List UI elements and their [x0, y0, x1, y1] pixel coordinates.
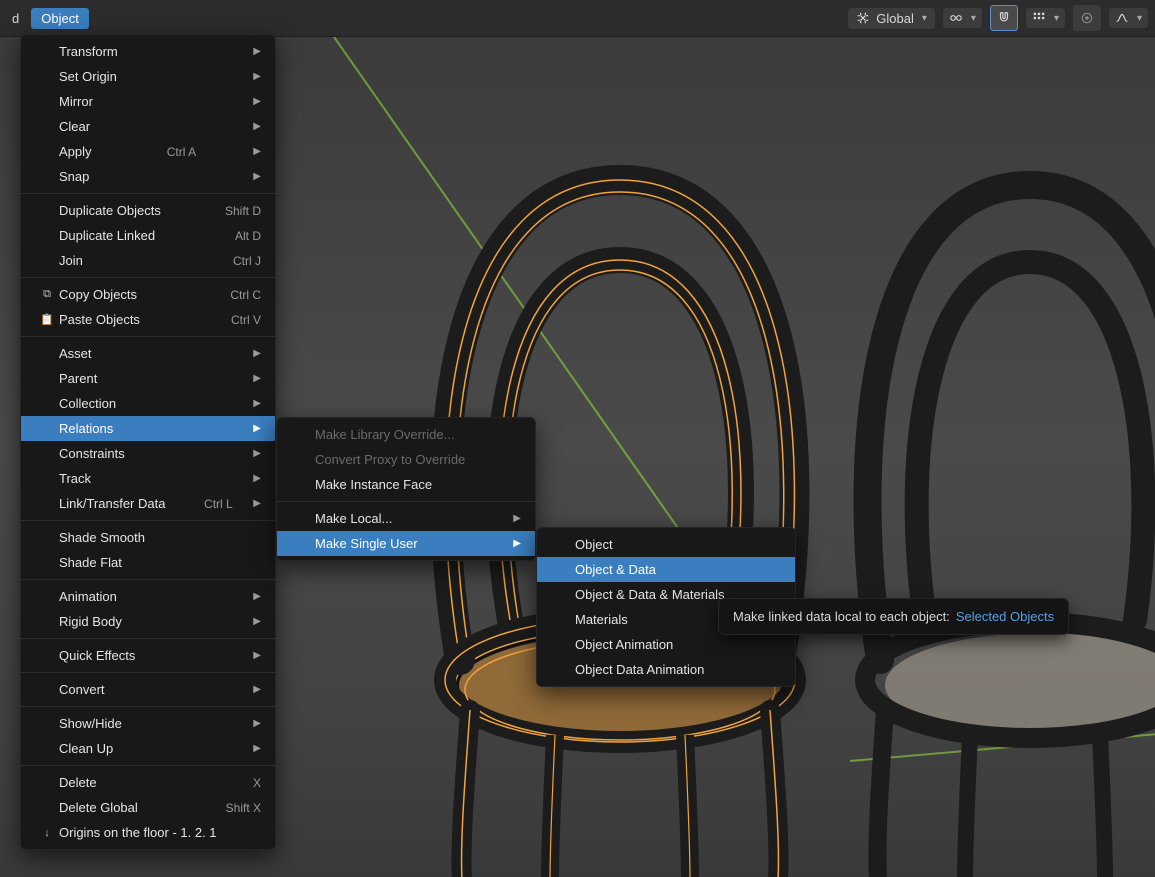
submenu-arrow-icon: ▶ [247, 146, 261, 157]
menu-snap[interactable]: Snap▶ [21, 164, 275, 189]
orientation-label: Global [876, 11, 914, 26]
submenu-arrow-icon: ▶ [229, 398, 261, 409]
menu-make-single-user[interactable]: Make Single User▶ [277, 531, 535, 556]
pivot-icon [949, 11, 963, 25]
submenu-arrow-icon: ▶ [229, 171, 261, 182]
submenu-arrow-icon: ▶ [229, 591, 261, 602]
menu-duplicate-objects[interactable]: Duplicate ObjectsShift D [21, 198, 275, 223]
submenu-arrow-icon: ▶ [489, 513, 521, 524]
menu-paste-objects[interactable]: 📋Paste ObjectsCtrl V [21, 307, 275, 332]
menu-separator [21, 336, 275, 337]
submenu-arrow-icon: ▶ [247, 498, 261, 509]
submenu-arrow-icon: ▶ [229, 348, 261, 359]
submenu-arrow-icon: ▶ [229, 71, 261, 82]
menu-set-origin[interactable]: Set Origin▶ [21, 64, 275, 89]
menu-make-instance-face[interactable]: Make Instance Face [277, 472, 535, 497]
hover-tooltip: Make linked data local to each object: S… [718, 598, 1069, 635]
menu-apply[interactable]: ApplyCtrl A▶ [21, 139, 275, 164]
menu-delete[interactable]: DeleteX [21, 770, 275, 795]
chevron-down-icon: ▾ [1137, 13, 1142, 24]
menu-single-obj-data-animation[interactable]: Object Data Animation [537, 657, 795, 682]
menu-separator [21, 765, 275, 766]
paste-icon: 📋 [35, 313, 59, 326]
menu-convert[interactable]: Convert▶ [21, 677, 275, 702]
menu-shade-flat[interactable]: Shade Flat [21, 550, 275, 575]
object-menu-button[interactable]: Object [31, 8, 89, 29]
menu-separator [21, 520, 275, 521]
menu-transform[interactable]: Transform▶ [21, 39, 275, 64]
menu-make-library-override[interactable]: Make Library Override... [277, 422, 535, 447]
submenu-arrow-icon: ▶ [229, 96, 261, 107]
menu-make-local[interactable]: Make Local...▶ [277, 506, 535, 531]
orientation-icon [856, 11, 870, 25]
menu-delete-global[interactable]: Delete GlobalShift X [21, 795, 275, 820]
menu-separator [21, 277, 275, 278]
submenu-arrow-icon: ▶ [229, 616, 261, 627]
submenu-arrow-icon: ▶ [229, 423, 261, 434]
menu-rigid-body[interactable]: Rigid Body▶ [21, 609, 275, 634]
chevron-down-icon: ▾ [971, 13, 976, 24]
snap-increment-icon [1032, 11, 1046, 25]
tooltip-text: Make linked data local to each object: [733, 609, 950, 624]
menu-animation[interactable]: Animation▶ [21, 584, 275, 609]
menu-single-obj-animation[interactable]: Object Animation [537, 632, 795, 657]
submenu-arrow-icon: ▶ [229, 743, 261, 754]
menu-track[interactable]: Track▶ [21, 466, 275, 491]
transform-pivot-dropdown[interactable]: ▾ [942, 7, 983, 29]
transform-orientation-dropdown[interactable]: Global ▾ [847, 7, 936, 30]
submenu-arrow-icon: ▶ [229, 684, 261, 695]
submenu-arrow-icon: ▶ [229, 46, 261, 57]
menu-separator [21, 638, 275, 639]
proportional-icon [1080, 11, 1094, 25]
snap-toggle[interactable] [989, 4, 1019, 32]
menu-join[interactable]: JoinCtrl J [21, 248, 275, 273]
menu-separator [21, 672, 275, 673]
submenu-arrow-icon: ▶ [229, 121, 261, 132]
menu-convert-proxy[interactable]: Convert Proxy to Override [277, 447, 535, 472]
chevron-down-icon: ▾ [922, 13, 927, 24]
menu-show-hide[interactable]: Show/Hide▶ [21, 711, 275, 736]
submenu-arrow-icon: ▶ [229, 473, 261, 484]
submenu-arrow-icon: ▶ [229, 373, 261, 384]
proportional-edit-toggle[interactable] [1072, 4, 1102, 32]
magnet-icon [997, 11, 1011, 25]
menu-clear[interactable]: Clear▶ [21, 114, 275, 139]
menu-separator [21, 579, 275, 580]
redo-last-icon: ↓ [35, 827, 59, 839]
menu-constraints[interactable]: Constraints▶ [21, 441, 275, 466]
menu-separator [277, 501, 535, 502]
menu-single-object-data[interactable]: Object & Data [537, 557, 795, 582]
relations-submenu: Make Library Override... Convert Proxy t… [276, 417, 536, 561]
submenu-arrow-icon: ▶ [229, 718, 261, 729]
copy-icon: ⧉ [35, 288, 59, 301]
menu-asset[interactable]: Asset▶ [21, 341, 275, 366]
submenu-arrow-icon: ▶ [229, 448, 261, 459]
falloff-smooth-icon [1115, 11, 1129, 25]
menu-relations[interactable]: Relations▶ [21, 416, 275, 441]
menu-separator [21, 193, 275, 194]
menu-collection[interactable]: Collection▶ [21, 391, 275, 416]
menu-clean-up[interactable]: Clean Up▶ [21, 736, 275, 761]
chevron-down-icon: ▾ [1054, 13, 1059, 24]
submenu-arrow-icon: ▶ [229, 650, 261, 661]
menu-quick-effects[interactable]: Quick Effects▶ [21, 643, 275, 668]
menu-mirror[interactable]: Mirror▶ [21, 89, 275, 114]
menu-parent[interactable]: Parent▶ [21, 366, 275, 391]
menu-copy-objects[interactable]: ⧉Copy ObjectsCtrl C [21, 282, 275, 307]
viewport-header: d Object Global ▾ ▾ ▾ ▾ [0, 0, 1155, 37]
object-menu: Transform▶ Set Origin▶ Mirror▶ Clear▶ Ap… [20, 34, 276, 850]
menu-single-object[interactable]: Object [537, 532, 795, 557]
menu-link-transfer[interactable]: Link/Transfer DataCtrl L▶ [21, 491, 275, 516]
snap-settings-dropdown[interactable]: ▾ [1025, 7, 1066, 29]
editor-type-cut: d [6, 8, 25, 29]
menu-shade-smooth[interactable]: Shade Smooth [21, 525, 275, 550]
menu-duplicate-linked[interactable]: Duplicate LinkedAlt D [21, 223, 275, 248]
proportional-falloff-dropdown[interactable]: ▾ [1108, 7, 1149, 29]
tooltip-selected-objects: Selected Objects [956, 609, 1054, 624]
menu-last-operator[interactable]: ↓Origins on the floor - 1. 2. 1 [21, 820, 275, 845]
submenu-arrow-icon: ▶ [489, 538, 521, 549]
menu-separator [21, 706, 275, 707]
